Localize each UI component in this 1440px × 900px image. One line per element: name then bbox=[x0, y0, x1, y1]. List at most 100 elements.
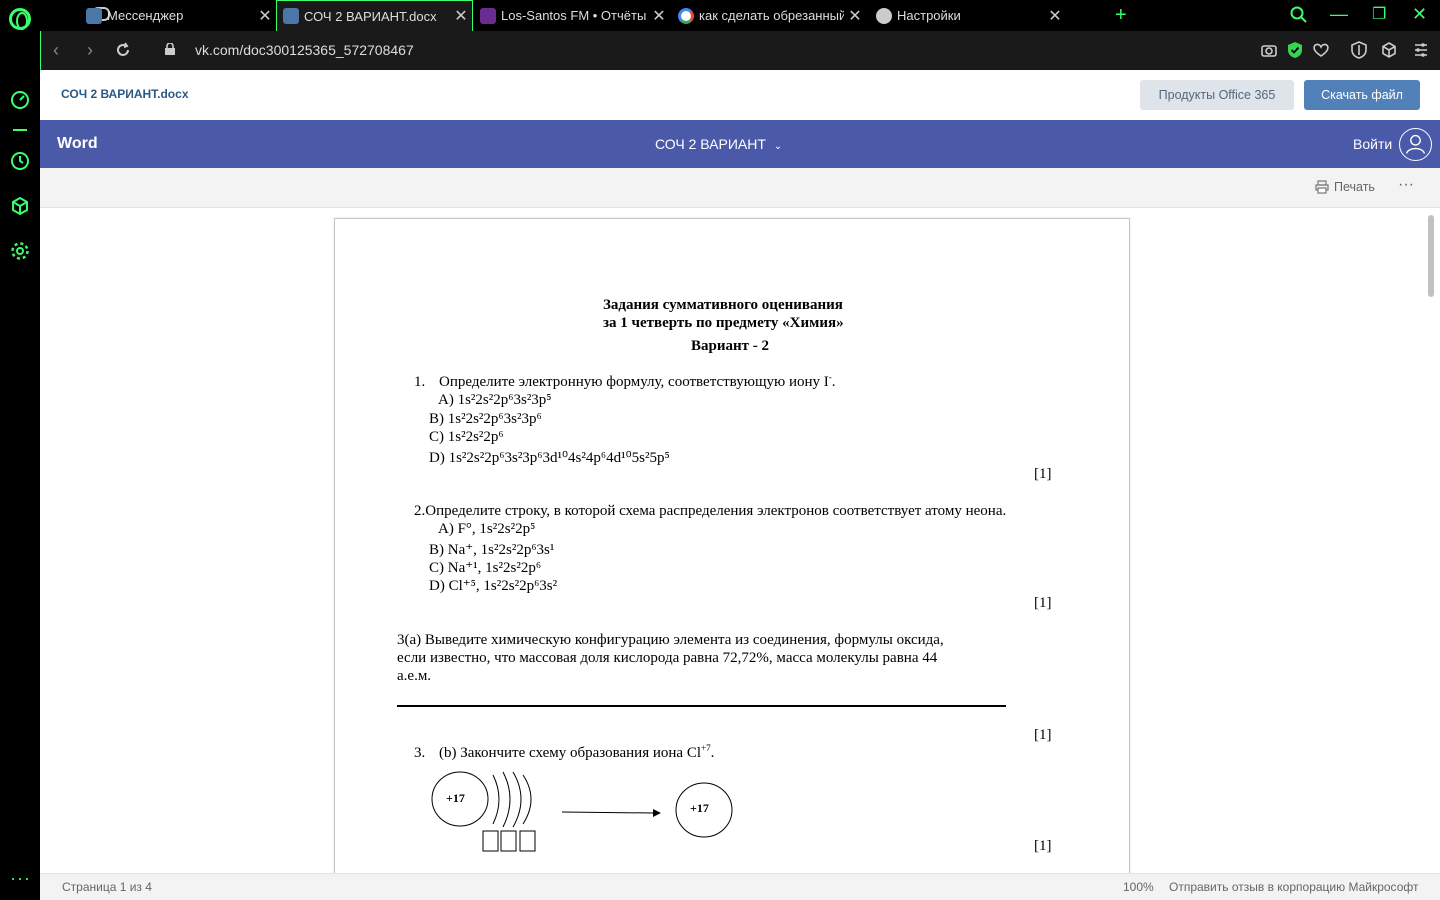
vk-messenger-favicon-icon bbox=[86, 7, 102, 24]
feedback-link[interactable]: Отправить отзыв в корпорацию Майкрософт bbox=[1169, 880, 1418, 894]
question-1-score: [1] bbox=[1034, 466, 1052, 482]
electron-box-1 bbox=[482, 830, 499, 852]
close-tab-icon[interactable]: ✕ bbox=[450, 6, 472, 26]
tab-title: как сделать обрезанный с bbox=[699, 8, 844, 23]
page-indicator: Страница 1 из 4 bbox=[62, 880, 152, 894]
tab-document[interactable]: СОЧ 2 ВАРИАНТ.docx ✕ bbox=[276, 0, 473, 31]
gear-favicon-icon bbox=[876, 7, 892, 24]
browser-window: ··· Мессенджер ✕ СОЧ 2 ВАРИАНТ.docx ✕ Lo… bbox=[0, 0, 1440, 900]
forward-icon[interactable]: › bbox=[87, 40, 93, 61]
nucleus-left-charge: +17 bbox=[446, 791, 465, 805]
document-page: Задания суммативного оценивания за 1 чет… bbox=[334, 218, 1130, 873]
document-name-label: СОЧ 2 ВАРИАНТ bbox=[655, 136, 766, 152]
question-1-option-c: C) 1s²2s²2p⁶ bbox=[429, 429, 504, 445]
question-3b-charge: +7 bbox=[701, 743, 711, 753]
heart-icon[interactable] bbox=[1312, 41, 1330, 59]
print-label: Печать bbox=[1334, 180, 1375, 194]
extension-cube-icon[interactable] bbox=[1380, 41, 1398, 59]
forum-favicon-icon bbox=[480, 7, 496, 24]
answer-line bbox=[397, 705, 1006, 707]
tab-google-search[interactable]: как сделать обрезанный с ✕ bbox=[672, 0, 866, 31]
electron-box-3 bbox=[519, 830, 536, 852]
question-3b-end: . bbox=[710, 745, 715, 761]
snapshot-camera-icon[interactable] bbox=[1260, 41, 1278, 59]
tab-title: Мессенджер bbox=[107, 8, 184, 23]
history-icon[interactable] bbox=[9, 150, 31, 172]
close-tab-icon[interactable]: ✕ bbox=[844, 6, 866, 26]
question-2-score: [1] bbox=[1034, 595, 1052, 611]
back-icon[interactable]: ‹ bbox=[53, 40, 59, 61]
user-avatar-icon[interactable] bbox=[1399, 128, 1432, 161]
tab-los-santos[interactable]: Los-Santos FM • Отчёты со ✕ bbox=[474, 0, 670, 31]
doc-title-line-1: Задания суммативного оценивания bbox=[603, 297, 843, 313]
document-viewer[interactable]: Задания суммативного оценивания за 1 чет… bbox=[40, 208, 1440, 873]
zoom-level[interactable]: 100% bbox=[1123, 880, 1154, 894]
vertical-scrollbar[interactable] bbox=[1428, 215, 1434, 297]
download-file-button[interactable]: Скачать файл bbox=[1304, 80, 1420, 110]
doc-title-line-2: за 1 четверть по предмету «Химия» bbox=[603, 315, 844, 331]
easy-setup-menu-icon[interactable] bbox=[1412, 41, 1430, 59]
reaction-arrow bbox=[561, 811, 654, 814]
question-1-text: Определите электронную формулу, соответс… bbox=[439, 374, 829, 390]
question-1-end: . bbox=[831, 374, 836, 390]
close-tab-icon[interactable]: ✕ bbox=[1044, 6, 1066, 26]
word-app-bar: Word СОЧ 2 ВАРИАНТ ⌄ Войти bbox=[40, 120, 1440, 168]
question-1-number: 1. bbox=[414, 374, 426, 390]
chevron-down-icon: ⌄ bbox=[773, 141, 783, 152]
close-tab-icon[interactable]: ✕ bbox=[254, 6, 276, 26]
minimize-icon[interactable]: — bbox=[1330, 4, 1348, 25]
document-name-dropdown[interactable]: СОЧ 2 ВАРИАНТ ⌄ bbox=[655, 136, 782, 152]
sidebar-more-icon[interactable]: ··· bbox=[10, 868, 31, 889]
sidebar-divider bbox=[13, 129, 27, 131]
url-input[interactable]: vk.com/doc300125365_572708467 bbox=[195, 42, 414, 58]
question-2-option-c: C) Na⁺¹, 1s²2s²2p⁶ bbox=[429, 560, 542, 576]
search-icon[interactable] bbox=[1290, 6, 1308, 24]
question-3b-score: [1] bbox=[1034, 838, 1052, 854]
close-tab-icon[interactable]: ✕ bbox=[648, 6, 670, 26]
vk-doc-header: СОЧ 2 ВАРИАНТ.docx Продукты Office 365 С… bbox=[40, 70, 1440, 120]
arrow-head bbox=[653, 809, 661, 817]
opera-logo-icon[interactable] bbox=[9, 8, 31, 30]
new-tab-icon[interactable]: + bbox=[1115, 4, 1127, 27]
more-options-icon[interactable]: ··· bbox=[1398, 176, 1414, 194]
command-bar: Печать ··· bbox=[40, 168, 1440, 208]
question-2-option-a: A) F°, 1s²2s²2p⁵ bbox=[438, 521, 536, 537]
nucleus-right-charge: +17 bbox=[690, 801, 709, 815]
electron-shell-1 bbox=[492, 774, 500, 825]
address-bar: ‹ › vk.com/doc300125365_572708467 bbox=[40, 31, 1440, 70]
settings-gear-icon[interactable] bbox=[9, 240, 31, 262]
doc-variant: Вариант - 2 bbox=[691, 338, 769, 354]
question-3b-text: (b) Закончите схему образования иона Cl bbox=[439, 745, 701, 761]
question-1-option-d: D) 1s²2s²2p⁶3s²3p⁶3d¹⁰4s²4p⁶4d¹⁰5s²5p⁵ bbox=[429, 450, 670, 466]
vk-favicon-icon bbox=[283, 8, 299, 24]
electron-shell-3 bbox=[512, 771, 522, 828]
question-3a-line-2: если известно, что массовая доля кислоро… bbox=[397, 650, 938, 666]
google-favicon-icon bbox=[678, 7, 694, 24]
speed-dial-icon[interactable] bbox=[9, 89, 31, 111]
browser-sidebar: ··· bbox=[0, 0, 40, 900]
reload-icon[interactable] bbox=[115, 42, 131, 58]
tab-title: Настройки bbox=[897, 8, 961, 23]
extensions-cube-icon[interactable] bbox=[9, 195, 31, 217]
tab-settings[interactable]: Настройки ✕ bbox=[870, 0, 1066, 31]
close-window-icon[interactable]: ✕ bbox=[1412, 4, 1427, 25]
status-bar: Страница 1 из 4 100% Отправить отзыв в к… bbox=[40, 873, 1440, 900]
sign-in-link[interactable]: Войти bbox=[1353, 136, 1392, 152]
print-button[interactable]: Печать bbox=[1315, 180, 1375, 194]
tab-messenger[interactable]: Мессенджер ✕ bbox=[80, 0, 276, 31]
tab-title: СОЧ 2 ВАРИАНТ.docx bbox=[304, 8, 437, 24]
question-2-option-b: B) Na⁺, 1s²2s²2p⁶3s¹ bbox=[429, 542, 555, 558]
adblock-shield-icon[interactable] bbox=[1350, 41, 1368, 59]
vpn-shield-icon[interactable] bbox=[1286, 41, 1304, 59]
question-3a-score: [1] bbox=[1034, 727, 1052, 743]
question-1-option-a: A) 1s²2s²2p⁶3s²3p⁵ bbox=[438, 392, 552, 408]
document-title: СОЧ 2 ВАРИАНТ.docx bbox=[61, 87, 189, 101]
lock-icon[interactable] bbox=[165, 43, 175, 55]
restore-icon[interactable]: ❐ bbox=[1372, 4, 1386, 24]
question-3b-number: 3. bbox=[414, 745, 426, 761]
tab-title: Los-Santos FM • Отчёты со bbox=[501, 8, 648, 23]
electron-box-2 bbox=[500, 830, 517, 852]
office-products-button[interactable]: Продукты Office 365 bbox=[1140, 80, 1294, 110]
question-2-text: 2.Определите строку, в которой схема рас… bbox=[414, 503, 1007, 519]
word-brand[interactable]: Word bbox=[57, 135, 98, 153]
